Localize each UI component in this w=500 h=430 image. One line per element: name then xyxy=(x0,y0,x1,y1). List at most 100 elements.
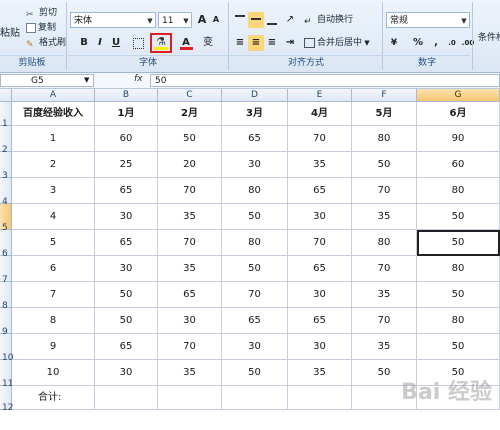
row-header[interactable]: 10 xyxy=(0,334,13,363)
table-cell[interactable]: 65 xyxy=(158,282,222,308)
column-header[interactable]: D xyxy=(222,89,288,102)
align-center-button[interactable]: ≡ xyxy=(248,35,264,51)
table-cell[interactable]: 70 xyxy=(222,282,288,308)
table-cell[interactable]: 30 xyxy=(158,308,222,334)
border-button[interactable] xyxy=(130,35,146,51)
row-header[interactable]: 9 xyxy=(0,308,12,337)
table-cell[interactable]: 80 xyxy=(417,256,500,282)
row-header[interactable]: 12 xyxy=(0,386,13,413)
total-label[interactable]: 合计: xyxy=(12,386,95,410)
table-cell[interactable]: 35 xyxy=(288,360,352,386)
table-cell[interactable]: 65 xyxy=(222,126,288,152)
row-header[interactable]: 1 xyxy=(0,102,12,129)
header-cell[interactable]: 2月 xyxy=(158,102,222,126)
table-cell[interactable]: 30 xyxy=(95,360,158,386)
table-cell[interactable]: 35 xyxy=(288,152,352,178)
wrap-text-button[interactable]: ↵ 自动换行 xyxy=(304,12,353,28)
table-cell[interactable]: 70 xyxy=(158,334,222,360)
orientation-button[interactable]: ↗ xyxy=(282,12,298,28)
table-cell[interactable]: 50 xyxy=(95,282,158,308)
table-cell[interactable]: 65 xyxy=(95,230,158,256)
table-cell[interactable]: 4 xyxy=(12,204,95,230)
number-format-select[interactable]: 常规 ▼ xyxy=(386,12,470,28)
conditional-format-button[interactable]: 条件格 xyxy=(478,30,500,46)
table-cell[interactable]: 35 xyxy=(158,360,222,386)
table-cell[interactable]: 65 xyxy=(288,256,352,282)
table-cell[interactable]: 3 xyxy=(12,178,95,204)
table-cell[interactable]: 70 xyxy=(288,126,352,152)
row-header[interactable]: 4 xyxy=(0,178,12,207)
table-cell[interactable]: 65 xyxy=(288,308,352,334)
fx-icon[interactable]: fx xyxy=(134,74,143,84)
active-cell[interactable]: 50 xyxy=(417,230,500,256)
column-header[interactable]: G xyxy=(417,89,500,102)
chevron-down-icon[interactable]: ▼ xyxy=(84,76,89,84)
row-header[interactable]: 5 xyxy=(0,204,12,233)
increase-decimal-button[interactable]: .0 xyxy=(444,35,460,51)
table-cell[interactable]: 70 xyxy=(158,230,222,256)
row-header[interactable]: 11 xyxy=(0,360,13,389)
formula-input[interactable]: 50 xyxy=(150,74,500,87)
column-header[interactable]: F xyxy=(352,89,417,102)
table-cell[interactable]: 50 xyxy=(352,152,417,178)
font-color-button[interactable]: A xyxy=(178,35,194,51)
align-middle-button[interactable] xyxy=(248,12,264,28)
column-header[interactable]: E xyxy=(288,89,352,102)
table-cell[interactable]: 7 xyxy=(12,282,95,308)
copy-button[interactable]: 复制 xyxy=(26,20,56,36)
row-header[interactable]: 7 xyxy=(0,256,12,285)
table-cell[interactable]: 50 xyxy=(417,204,500,230)
table-cell[interactable]: 50 xyxy=(222,360,288,386)
table-cell[interactable]: 35 xyxy=(352,204,417,230)
table-cell[interactable]: 50 xyxy=(158,126,222,152)
table-cell[interactable]: 10 xyxy=(12,360,95,386)
paste-button[interactable]: 粘贴 xyxy=(0,26,20,42)
table-cell[interactable]: 30 xyxy=(288,282,352,308)
table-cell[interactable]: 65 xyxy=(222,308,288,334)
table-cell[interactable]: 30 xyxy=(222,334,288,360)
table-cell[interactable]: 30 xyxy=(222,152,288,178)
table-cell[interactable] xyxy=(158,386,222,410)
italic-button[interactable]: I xyxy=(92,35,108,51)
table-cell[interactable] xyxy=(288,386,352,410)
table-cell[interactable]: 1 xyxy=(12,126,95,152)
comma-button[interactable]: , xyxy=(428,35,444,51)
cut-button[interactable]: ✂ 剪切 xyxy=(26,5,57,21)
table-cell[interactable]: 70 xyxy=(352,178,417,204)
table-cell[interactable]: 30 xyxy=(95,204,158,230)
table-cell[interactable]: 50 xyxy=(222,204,288,230)
bold-button[interactable]: B xyxy=(76,35,92,51)
column-header[interactable]: B xyxy=(95,89,158,102)
table-cell[interactable]: 25 xyxy=(95,152,158,178)
name-box[interactable]: G5 xyxy=(0,74,94,87)
column-header[interactable]: A xyxy=(12,89,95,102)
currency-button[interactable]: ¥ xyxy=(386,35,402,51)
table-cell[interactable]: 65 xyxy=(95,178,158,204)
header-cell[interactable]: 6月 xyxy=(417,102,500,126)
align-left-button[interactable]: ≡ xyxy=(232,35,248,51)
table-cell[interactable]: 50 xyxy=(417,334,500,360)
table-cell[interactable]: 80 xyxy=(222,230,288,256)
table-cell[interactable]: 50 xyxy=(222,256,288,282)
table-cell[interactable]: 6 xyxy=(12,256,95,282)
table-cell[interactable]: 65 xyxy=(288,178,352,204)
table-cell[interactable]: 5 xyxy=(12,230,95,256)
header-cell[interactable]: 5月 xyxy=(352,102,417,126)
indent-button[interactable]: ⇥ xyxy=(282,35,298,51)
table-cell[interactable]: 50 xyxy=(417,282,500,308)
table-cell[interactable] xyxy=(95,386,158,410)
table-cell[interactable]: 80 xyxy=(417,178,500,204)
row-header[interactable]: 2 xyxy=(0,126,12,155)
font-name-select[interactable]: 宋体 ▼ xyxy=(70,12,156,28)
merge-center-button[interactable]: 合并后居中 ▼ xyxy=(304,35,370,51)
table-cell[interactable]: 35 xyxy=(158,204,222,230)
header-cell[interactable]: 4月 xyxy=(288,102,352,126)
phonetic-button[interactable]: 变 xyxy=(200,35,216,51)
table-cell[interactable]: 70 xyxy=(158,178,222,204)
table-cell[interactable]: 65 xyxy=(95,334,158,360)
table-cell[interactable]: 35 xyxy=(352,334,417,360)
table-cell[interactable]: 90 xyxy=(417,126,500,152)
percent-button[interactable]: % xyxy=(410,35,426,51)
decrease-decimal-button[interactable]: .00 xyxy=(460,35,476,51)
row-header[interactable]: 8 xyxy=(0,282,12,311)
